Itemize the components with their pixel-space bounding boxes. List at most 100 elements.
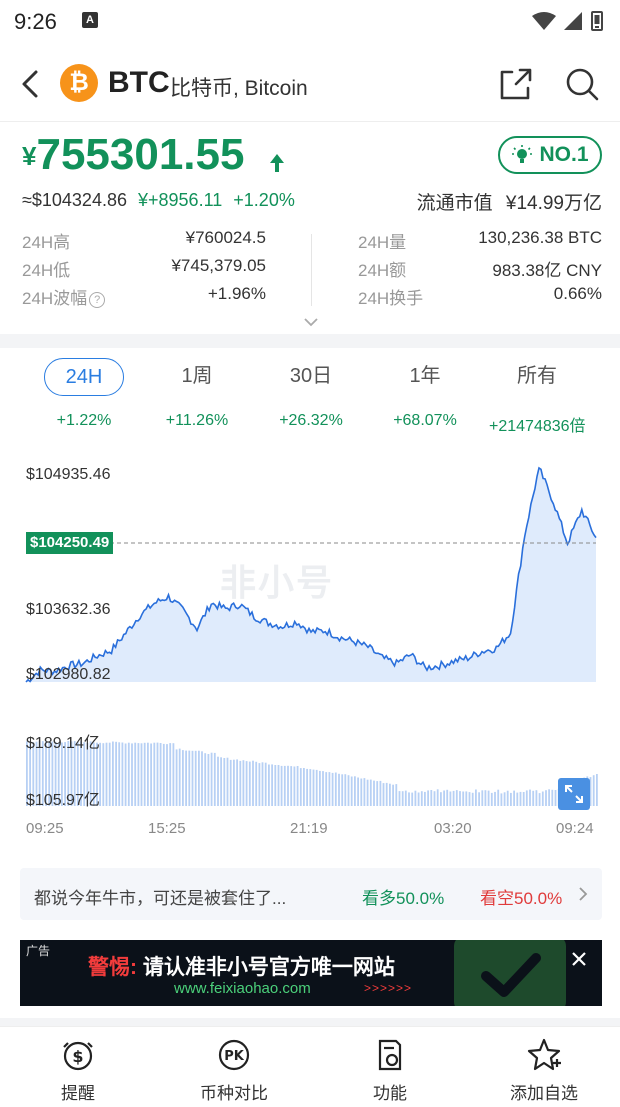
volume-bar: [334, 772, 337, 806]
volume-bar: [156, 742, 159, 806]
volume-bar: [354, 776, 356, 806]
tab-24h[interactable]: 24H +1.22%: [36, 358, 132, 430]
nav-alert[interactable]: $ 提醒: [18, 1037, 138, 1104]
volume-bar: [229, 759, 232, 806]
volume-bar: [245, 761, 248, 806]
volume-bar: [596, 774, 598, 806]
volume-bar: [554, 790, 557, 806]
back-icon[interactable]: [16, 64, 46, 104]
sentiment-text: 都说今年牛市，可还是被套住了...: [34, 889, 287, 908]
x-axis-label: 21:19: [290, 820, 328, 837]
volume-bar: [198, 750, 200, 806]
rank-text: NO.1: [539, 143, 589, 166]
volume-bar: [182, 750, 184, 806]
watermark: 非小号: [220, 562, 335, 603]
tab-change: +1.22%: [56, 412, 112, 429]
volume-bar: [233, 759, 235, 806]
search-icon[interactable]: [562, 64, 602, 104]
volume-bar: [395, 784, 398, 806]
volume-bar: [398, 791, 401, 806]
volume-bar: [315, 769, 318, 806]
volume-bar: [344, 774, 347, 806]
volume-bar: [404, 790, 407, 806]
volume-bar: [363, 778, 366, 806]
volume-bar: [121, 742, 124, 806]
help-icon[interactable]: ?: [89, 292, 106, 308]
volume-bar: [306, 768, 308, 806]
volume-bar: [112, 741, 114, 806]
volume-bar: [360, 778, 363, 806]
volume-bar: [430, 790, 433, 806]
tab-change: +11.26%: [165, 412, 229, 429]
lightbulb-icon: [512, 145, 533, 163]
stat-24h-amplitude: 24H波幅? +1.96%: [22, 284, 266, 308]
bullish-percent[interactable]: 看多50.0%: [362, 884, 444, 909]
volume-bar: [271, 764, 273, 806]
volume-bar: [172, 743, 175, 806]
volume-bar: [319, 770, 321, 806]
volume-bar: [385, 782, 388, 806]
volume-bar: [551, 789, 554, 806]
share-icon[interactable]: [498, 66, 534, 102]
volume-bar: [424, 791, 426, 806]
coin-symbol: BTC: [108, 66, 170, 99]
volume-bar: [471, 792, 474, 806]
volume-bar: [484, 790, 487, 806]
stat-24h-volume: 24H量 130,236.38 BTC: [358, 228, 602, 252]
volume-bar: [408, 792, 410, 806]
volume-bar: [506, 790, 509, 806]
current-price-label: $104250.49: [26, 531, 114, 554]
price-chart[interactable]: 非小号 $104935.46 $103632.36 $102980.82 $10…: [0, 450, 620, 850]
volume-bar: [592, 775, 595, 806]
volume-bar: [357, 777, 359, 806]
volume-bar: [143, 742, 146, 806]
volume-bar: [131, 743, 133, 806]
volume-bar: [433, 791, 436, 806]
ad-banner[interactable]: 广告 警惕: 请认准非小号官方唯一网站 www.feixiaohao.com >…: [20, 940, 602, 1006]
tab-all[interactable]: 所有 +21474836倍: [489, 358, 586, 436]
y-axis-label-mid: $103632.36: [26, 601, 111, 618]
status-icons: [532, 11, 603, 31]
volume-bar: [105, 742, 108, 806]
nav-compare[interactable]: PK 币种对比: [174, 1037, 294, 1104]
section-divider: [0, 1018, 620, 1026]
bearish-percent[interactable]: 看空50.0%: [480, 884, 562, 909]
volume-bar: [312, 769, 315, 806]
volume-bar: [309, 769, 312, 806]
tab-1week[interactable]: 1周 +11.26%: [149, 358, 245, 430]
nav-add-watchlist[interactable]: 添加自选: [484, 1037, 604, 1104]
sentiment-bar[interactable]: 都说今年牛市，可还是被套住了... 看多50.0% 看空50.0%: [20, 868, 602, 920]
volume-bar: [525, 790, 528, 806]
tab-change: +68.07%: [393, 412, 457, 429]
volume-bar: [341, 774, 344, 806]
y-axis-label-low: $102980.82: [26, 666, 111, 683]
tab-change: +21474836倍: [489, 418, 586, 435]
tab-30day[interactable]: 30日 +26.32%: [263, 358, 359, 430]
wifi-icon: [532, 12, 556, 30]
volume-bar: [465, 791, 468, 806]
volume-bar: [204, 753, 207, 806]
x-axis-label: 15:25: [148, 820, 186, 837]
ad-title: 警惕: 请认准非小号官方唯一网站: [88, 956, 395, 979]
fullscreen-icon[interactable]: [558, 778, 590, 810]
price-change-percent: +1.20%: [233, 190, 295, 210]
chevron-right-icon[interactable]: [578, 886, 588, 902]
volume-bar: [290, 766, 293, 806]
volume-bar: [303, 768, 305, 806]
signal-icon: [564, 12, 582, 30]
header: ₿ BTC 比特币, Bitcoin: [0, 44, 620, 122]
expand-chevron-icon[interactable]: [302, 316, 320, 328]
volume-bar: [210, 752, 213, 806]
volume-bar: [175, 749, 178, 806]
ad-arrows: >>>>>>: [364, 981, 413, 995]
nav-functions[interactable]: 功能: [330, 1037, 450, 1104]
volume-bar: [401, 791, 404, 806]
pk-compare-icon: PK: [218, 1039, 250, 1071]
volume-bar: [487, 790, 490, 806]
volume-bar: [207, 754, 210, 806]
volume-bar: [191, 750, 194, 806]
volume-bar: [118, 742, 121, 806]
close-ad-icon[interactable]: [570, 950, 588, 968]
tab-1year[interactable]: 1年 +68.07%: [377, 358, 473, 430]
volume-bar: [255, 761, 258, 806]
